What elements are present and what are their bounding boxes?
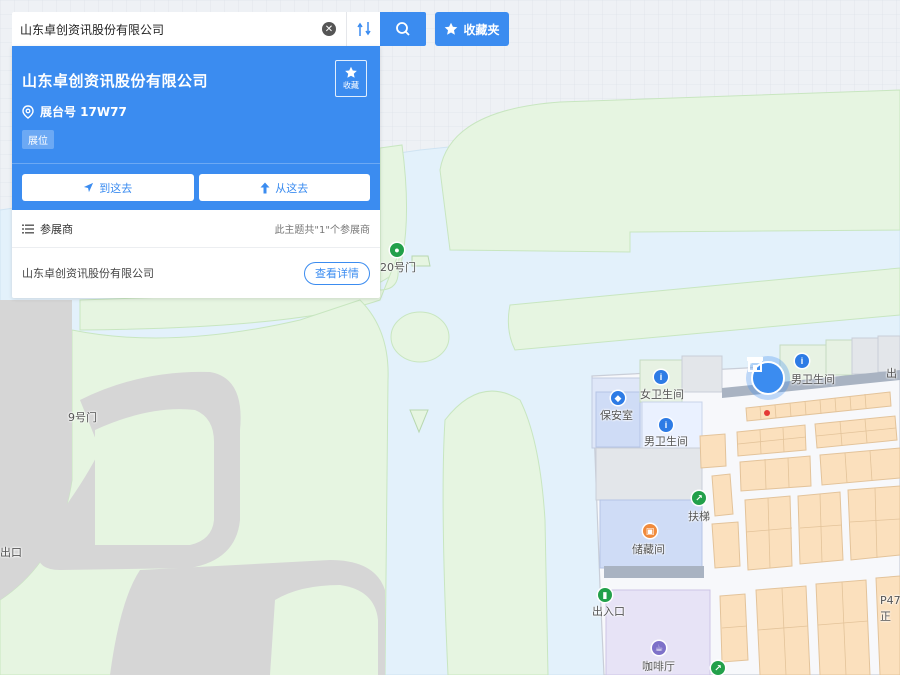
mens-restroom-label: 男卫生间 (644, 435, 688, 448)
from-here-label: 从这去 (275, 181, 309, 195)
search-input[interactable] (12, 12, 322, 46)
storage-label: 储藏间 (632, 543, 665, 556)
escalator-icon[interactable]: ↗ (692, 491, 706, 505)
search-bar: ✕ (12, 12, 380, 46)
mens-restroom-icon[interactable]: i (795, 354, 809, 368)
escalator-icon[interactable]: ↗ (711, 661, 725, 675)
search-button[interactable] (380, 12, 426, 46)
favorites-button[interactable]: 收藏夹 (435, 12, 509, 46)
entrance-exit-label: 出入口 (592, 605, 625, 618)
booth-number-text: 展台号 17W77 (40, 105, 127, 119)
exhibitors-title: 参展商 (22, 221, 73, 237)
security-room-label: 保安室 (600, 409, 633, 422)
entrance-exit-icon[interactable]: ▮ (598, 588, 612, 602)
search-icon (396, 22, 410, 36)
escalator-label: 扶梯 (688, 510, 710, 523)
panel-header: 山东卓创资讯股份有限公司 展台号 17W77 展位 收藏 到这去 从这去 (12, 46, 380, 210)
womens-restroom-icon[interactable]: i (654, 370, 668, 384)
star-icon (345, 66, 357, 78)
navigate-arrow-icon (84, 182, 94, 193)
mens-restroom-icon[interactable]: i (659, 418, 673, 432)
mens-restroom-label: 男卫生间 (791, 373, 835, 386)
exit-label: 出口 (0, 546, 22, 559)
divider (12, 163, 380, 164)
storage-icon[interactable]: ▣ (643, 524, 657, 538)
security-icon[interactable]: ◆ (611, 391, 625, 405)
gate-20-label: 20号门 (380, 261, 416, 274)
star-icon (445, 22, 458, 35)
booth-location-marker[interactable] (746, 356, 790, 400)
cafe-icon[interactable]: ☕ (652, 641, 666, 655)
womens-restroom-label: 女卫生间 (640, 388, 684, 401)
exhibitor-name: 山东卓创资讯股份有限公司 (22, 267, 154, 280)
go-here-button[interactable]: 到这去 (22, 174, 194, 201)
company-title: 山东卓创资讯股份有限公司 (22, 72, 209, 90)
booth-info-panel: 山东卓创资讯股份有限公司 展台号 17W77 展位 收藏 到这去 从这去 参展商… (12, 46, 380, 298)
list-item: 山东卓创资讯股份有限公司 查看详情 (12, 248, 380, 298)
route-actions: 到这去 从这去 (22, 174, 370, 201)
booth-p47-label: P47 (880, 594, 900, 607)
favorites-label: 收藏夹 (463, 22, 500, 37)
panel-favorite-label: 收藏 (343, 81, 359, 90)
category-tag: 展位 (22, 130, 54, 149)
location-pin-icon (22, 104, 34, 119)
booth-icon (747, 357, 785, 395)
gate-9-label: 9号门 (68, 411, 97, 424)
close-circle-icon[interactable]: ✕ (322, 22, 336, 36)
up-arrow-icon (260, 182, 270, 193)
cafe-label: 咖啡厅 (642, 660, 675, 673)
route-button[interactable] (346, 12, 380, 46)
exhibitors-label: 参展商 (40, 222, 73, 236)
view-details-button[interactable]: 查看详情 (304, 261, 370, 285)
exhibitors-header: 参展商 此主题共"1"个参展商 (12, 210, 380, 248)
from-here-button[interactable]: 从这去 (198, 174, 370, 201)
booth-zheng-label: 正 (880, 610, 891, 623)
gate-icon[interactable]: ● (390, 243, 404, 257)
go-here-label: 到这去 (99, 181, 133, 195)
exhibitors-count: 此主题共"1"个参展商 (274, 225, 370, 236)
booth-number: 展台号 17W77 (22, 103, 370, 120)
panel-favorite-button[interactable]: 收藏 (335, 60, 367, 97)
exit-label-right: 出 (886, 367, 897, 380)
route-icon (356, 22, 371, 36)
list-icon (22, 224, 34, 233)
